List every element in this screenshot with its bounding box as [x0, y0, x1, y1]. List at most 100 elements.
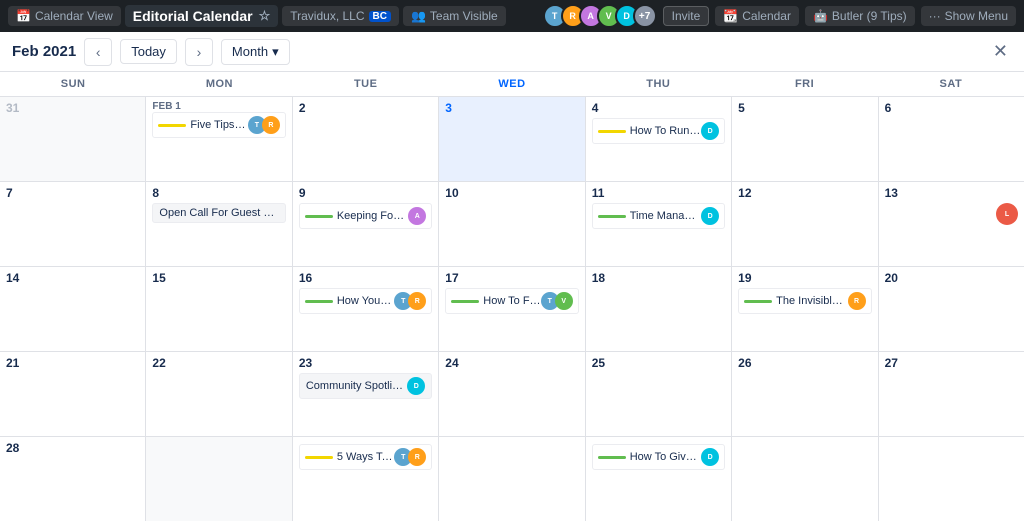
- date-number: 9: [299, 186, 432, 200]
- date-number: 17: [445, 271, 578, 285]
- event-color-bar: [158, 124, 186, 127]
- cal-cell-feb17[interactable]: 17 How To Find You... T V: [439, 267, 584, 351]
- top-bar: 📅 Calendar View Editorial Calendar ☆ Tra…: [0, 0, 1024, 32]
- list-item[interactable]: Keeping Focus While... A: [299, 203, 432, 229]
- cal-cell-feb2[interactable]: 2: [293, 97, 438, 181]
- prev-month-button[interactable]: ‹: [84, 38, 112, 66]
- list-item[interactable]: Community Spotlight D: [299, 373, 432, 399]
- workspace-name-text: Travidux, LLC: [290, 9, 364, 23]
- day-header-sat: SAT: [878, 72, 1024, 96]
- show-menu-button[interactable]: ··· Show Menu: [921, 6, 1016, 26]
- list-item[interactable]: How Your Enviro... T R: [299, 288, 432, 314]
- event-title: How To Find You...: [483, 295, 540, 307]
- butler-label: Butler (9 Tips): [832, 9, 907, 23]
- date-number: 6: [885, 101, 1018, 115]
- chevron-down-icon: ▾: [272, 44, 279, 60]
- cal-cell-feb6[interactable]: 6: [879, 97, 1024, 181]
- date-number: 24: [445, 356, 578, 370]
- cal-cell-feb9[interactable]: 9 Keeping Focus While... A: [293, 182, 438, 266]
- cal-cell-feb27b[interactable]: [879, 437, 1024, 521]
- cal-cell-feb26[interactable]: 26: [732, 352, 877, 436]
- date-number: 20: [885, 271, 1018, 285]
- list-item[interactable]: Time Management Ti... D: [592, 203, 725, 229]
- cal-cell-feb11[interactable]: 11 Time Management Ti... D: [586, 182, 731, 266]
- avatar: R: [408, 448, 426, 466]
- board-name: Editorial Calendar ☆: [125, 5, 278, 27]
- cal-cell-feb27[interactable]: 27: [879, 352, 1024, 436]
- day-header-tue: TUE: [293, 72, 439, 96]
- date-number: 2: [299, 101, 432, 115]
- list-item[interactable]: How To Find You... T V: [445, 288, 578, 314]
- cal-cell-feb7[interactable]: 7: [0, 182, 145, 266]
- today-button[interactable]: Today: [120, 39, 177, 64]
- cal-cell-feb8[interactable]: 8 Open Call For Guest Pitches: [146, 182, 291, 266]
- event-color-bar: [598, 130, 626, 133]
- date-number: 18: [592, 271, 725, 285]
- calendar-view-label: Calendar View: [35, 9, 113, 23]
- event-color-bar: [305, 215, 333, 218]
- show-menu-label: Show Menu: [945, 9, 1008, 23]
- close-calendar-button[interactable]: ✕: [989, 37, 1012, 66]
- cal-cell-feb14[interactable]: 14: [0, 267, 145, 351]
- cal-cell-feb25[interactable]: 25: [586, 352, 731, 436]
- day-header-fri: FRI: [731, 72, 877, 96]
- invite-button[interactable]: Invite: [663, 6, 710, 26]
- cal-cell-feb10[interactable]: 10: [439, 182, 584, 266]
- list-item[interactable]: Open Call For Guest Pitches: [152, 203, 285, 223]
- calendar-grid: 31 FEB 1 Five Tips For Inb... T R 2 3 4: [0, 97, 1024, 521]
- list-item[interactable]: The Invisible Pro... R: [738, 288, 871, 314]
- next-month-button[interactable]: ›: [185, 38, 213, 66]
- list-item[interactable]: How To Run Effective... D: [592, 118, 725, 144]
- cal-cell-feb16[interactable]: 16 How Your Enviro... T R: [293, 267, 438, 351]
- cal-cell-feb25b[interactable]: How To Give Yo... D: [586, 437, 731, 521]
- mon-header: FEB 1: [152, 101, 285, 112]
- cal-cell-feb3[interactable]: 3: [439, 97, 584, 181]
- cal-cell-feb5[interactable]: 5: [732, 97, 877, 181]
- board-name-text: Editorial Calendar: [133, 8, 253, 24]
- cal-cell-feb20[interactable]: 20: [879, 267, 1024, 351]
- event-avatars: T R: [252, 116, 280, 134]
- team-icon: 👥: [411, 9, 426, 23]
- list-item[interactable]: Five Tips For Inb... T R: [152, 112, 285, 138]
- cal-cell-feb1[interactable]: FEB 1 Five Tips For Inb... T R: [146, 97, 291, 181]
- event-title: Open Call For Guest Pitches: [159, 207, 278, 219]
- date-number: 13: [885, 186, 1018, 200]
- cal-cell-feb28[interactable]: 28: [0, 437, 145, 521]
- star-icon[interactable]: ☆: [259, 8, 271, 24]
- cal-cell-feb15[interactable]: 15: [146, 267, 291, 351]
- cal-cell-jan31[interactable]: 31: [0, 97, 145, 181]
- cal-cell-feb21[interactable]: 21: [0, 352, 145, 436]
- avatar-overflow: +7: [633, 4, 657, 28]
- event-avatar-container: L: [885, 203, 1018, 225]
- cal-cell-feb26b[interactable]: [732, 437, 877, 521]
- cal-cell-feb23b[interactable]: 5 Ways To Simpl... T R: [293, 437, 438, 521]
- butler-button[interactable]: 🤖 Butler (9 Tips): [805, 6, 915, 26]
- date-number: 31: [6, 101, 139, 115]
- cal-cell-feb24b[interactable]: [439, 437, 584, 521]
- event-color-bar: [305, 456, 333, 459]
- cal-cell-feb19[interactable]: 19 The Invisible Pro... R: [732, 267, 877, 351]
- calendar-view-button[interactable]: 📅 Calendar View: [8, 6, 121, 26]
- workspace-badge: BC: [369, 11, 391, 22]
- cal-cell-feb18[interactable]: 18: [586, 267, 731, 351]
- event-avatars: D: [705, 448, 719, 466]
- list-item[interactable]: How To Give Yo... D: [592, 444, 725, 470]
- date-number: 10: [445, 186, 578, 200]
- cal-cell-feb4[interactable]: 4 How To Run Effective... D: [586, 97, 731, 181]
- cal-cell-feb22[interactable]: 22: [146, 352, 291, 436]
- cal-cell-feb12[interactable]: 12: [732, 182, 877, 266]
- date-number: 19: [738, 271, 871, 285]
- date-number: 12: [738, 186, 871, 200]
- avatar: D: [407, 377, 425, 395]
- event-avatars: D: [705, 207, 719, 225]
- day-headers: SUN MON TUE WED THU FRI SAT: [0, 72, 1024, 97]
- month-view-button[interactable]: Month ▾: [221, 39, 290, 65]
- list-item[interactable]: 5 Ways To Simpl... T R: [299, 444, 432, 470]
- avatar: A: [408, 207, 426, 225]
- calendar-button[interactable]: 📆 Calendar: [715, 6, 799, 26]
- cal-cell-feb23[interactable]: 23 Community Spotlight D: [293, 352, 438, 436]
- cal-cell-mar1[interactable]: [146, 437, 291, 521]
- cal-cell-feb24[interactable]: 24: [439, 352, 584, 436]
- event-color-bar: [744, 300, 772, 303]
- cal-cell-feb13[interactable]: 13 L: [879, 182, 1024, 266]
